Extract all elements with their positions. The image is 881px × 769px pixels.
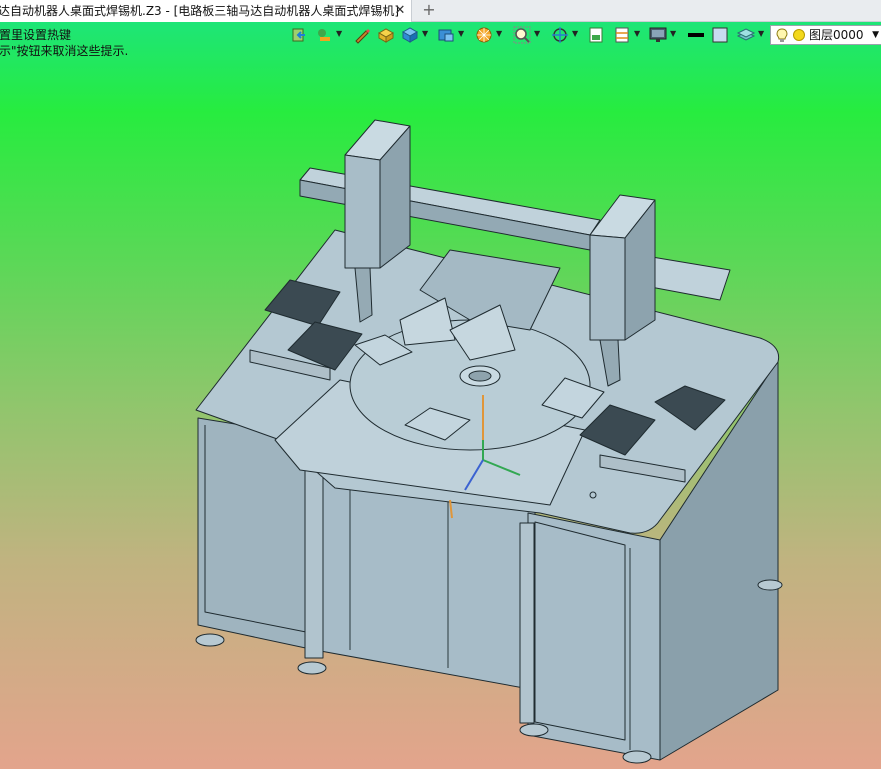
foot	[195, 633, 225, 647]
tab-bar: 达自动机器人桌面式焊锡机.Z3 - [电路板三轴马达自动机器人桌面式焊锡机] ✕…	[0, 0, 881, 22]
close-icon[interactable]: ✕	[392, 0, 408, 22]
right-cabinet-front	[527, 512, 661, 761]
3d-viewport[interactable]: 置里设置热键 示"按钮来取消这些提示. ▼ ▼ ▼ ▼ ▼ ▼ ▼ ▼ ▼ 图层…	[0, 22, 881, 769]
foot	[622, 750, 652, 764]
foot	[519, 723, 549, 737]
cad-model[interactable]	[0, 22, 881, 769]
foot	[297, 661, 327, 675]
new-tab-button[interactable]: +	[420, 0, 438, 20]
document-tab-title: 达自动机器人桌面式焊锡机.Z3 - [电路板三轴马达自动机器人桌面式焊锡机]	[0, 4, 399, 18]
foot	[757, 579, 783, 591]
document-tab[interactable]: 达自动机器人桌面式焊锡机.Z3 - [电路板三轴马达自动机器人桌面式焊锡机] ✕	[0, 0, 412, 22]
